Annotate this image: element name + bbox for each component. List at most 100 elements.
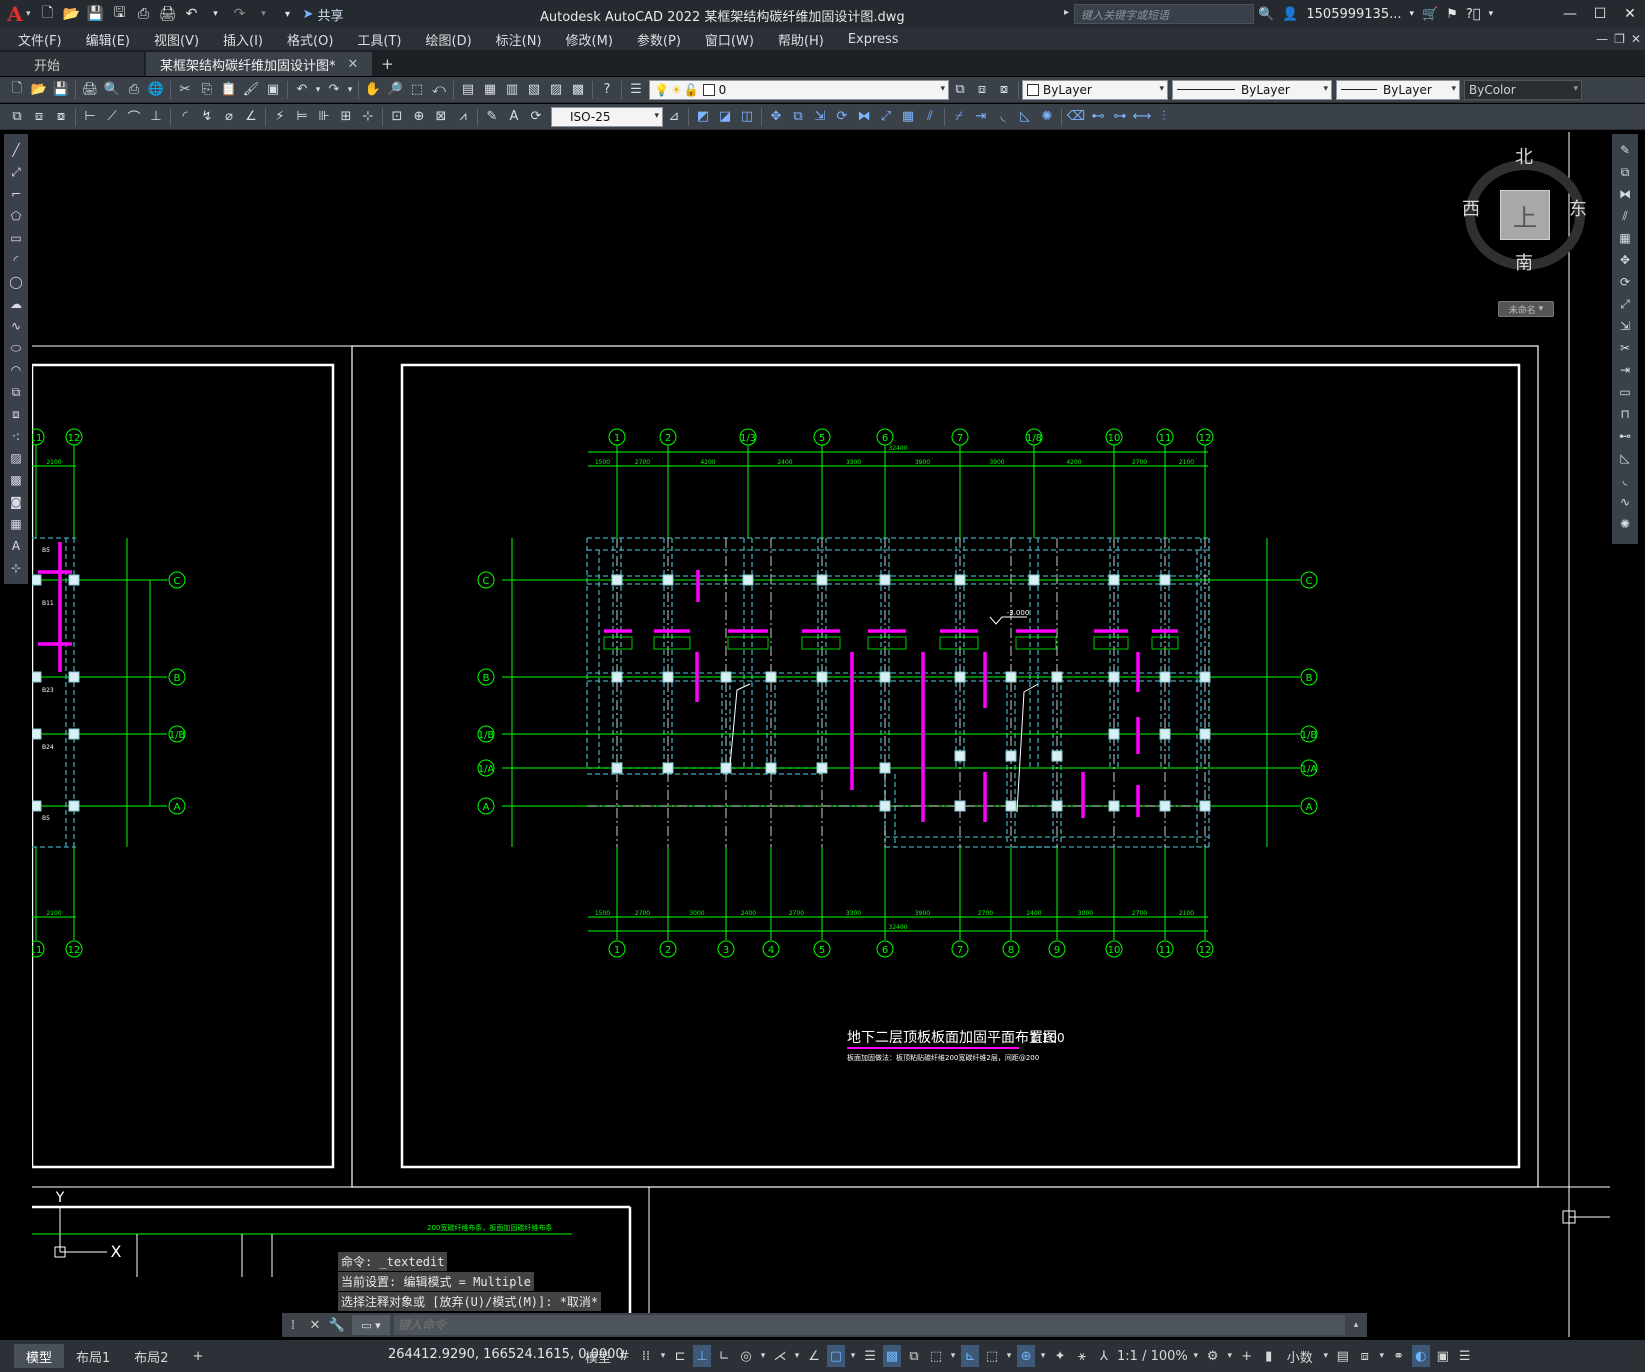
construction-line-icon[interactable]: ⤢ <box>5 162 27 182</box>
lengthen-icon[interactable]: ⟷ <box>1131 106 1153 128</box>
linear-dim-icon[interactable]: ⊢ <box>79 106 101 128</box>
command-close-icon[interactable]: ✕ <box>304 1318 326 1333</box>
model-space-toggle[interactable]: 模型 <box>585 1345 611 1367</box>
tab-drawing[interactable]: 某框架结构碳纤维加固设计图* ✕ <box>146 52 373 76</box>
ellipse-icon[interactable]: ⬭ <box>5 338 27 358</box>
point-icon[interactable]: ·: <box>5 426 27 446</box>
pan-icon[interactable]: ✋ <box>362 79 384 101</box>
polygon-icon[interactable]: ⬠ <box>5 206 27 226</box>
command-input[interactable] <box>394 1315 1345 1335</box>
center-mark-icon[interactable]: ⊕ <box>408 106 430 128</box>
align-icon[interactable]: ⫶ <box>1153 106 1175 128</box>
array-side-icon[interactable]: ▦ <box>1614 228 1636 248</box>
compass-north[interactable]: 北 <box>1515 143 1533 169</box>
extend-side-icon[interactable]: ⇥ <box>1614 360 1636 380</box>
transparency-icon[interactable]: ▩ <box>883 1345 902 1367</box>
plot-icon[interactable]: 🖨 <box>157 3 179 25</box>
drawing-area[interactable]: 1500 2700 4200 2400 3300 3900 3900 4200 2700 2100… <box>32 132 1610 1337</box>
annotation-monitor-icon[interactable]: + <box>1238 1345 1256 1367</box>
explode-side-icon[interactable]: ✺ <box>1614 514 1636 534</box>
plotstyle-dropdown[interactable]: ByColor ▾ <box>1464 79 1582 100</box>
command-customize-icon[interactable]: 🔧 <box>326 1318 348 1333</box>
layer-previous-icon[interactable]: ⧈ <box>971 79 993 101</box>
maximize-icon[interactable]: ☐ <box>1585 0 1615 28</box>
saveas-icon[interactable]: 🖫 <box>109 3 131 25</box>
help-dropdown-icon[interactable]: ▾ <box>1489 9 1494 19</box>
app-menu-chevron-icon[interactable]: ▾ <box>26 9 31 19</box>
dynamic-ucs-icon[interactable]: ⊾ <box>961 1345 980 1367</box>
annotation-scale-icon[interactable]: ⅄ <box>1095 1345 1113 1367</box>
infer-constraints-icon[interactable]: ⊏ <box>671 1345 689 1367</box>
filter-dropdown-icon[interactable]: ▾ <box>1005 1345 1013 1367</box>
search-input[interactable]: 键入关键字或短语 <box>1074 4 1254 24</box>
doc-close-icon[interactable]: ✕ <box>1631 32 1641 46</box>
group-edit-icon[interactable]: ◫ <box>736 106 758 128</box>
make-block-icon[interactable]: ⧈ <box>5 404 27 424</box>
tool-palettes-icon[interactable]: ▥ <box>501 79 523 101</box>
menu-edit[interactable]: 编辑(E) <box>86 30 130 49</box>
scale-side-icon[interactable]: ⤢ <box>1614 294 1636 314</box>
selection-cycling-icon[interactable]: ⧉ <box>905 1345 923 1367</box>
open-file-icon[interactable]: 📂 <box>28 79 50 101</box>
line-icon[interactable]: ╱ <box>5 140 27 160</box>
lineweight-dropdown[interactable]: ByLayer ▾ <box>1336 79 1460 100</box>
command-grip-icon[interactable]: ⁞ <box>282 1318 304 1333</box>
annotation-visibility-icon[interactable]: ✦ <box>1051 1345 1069 1367</box>
region-icon[interactable]: ◙ <box>5 492 27 512</box>
rotate-side-icon[interactable]: ⟳ <box>1614 272 1636 292</box>
fillet-side-icon[interactable]: ◟ <box>1614 470 1636 490</box>
isolate-objects-icon[interactable]: ⚭ <box>1390 1345 1408 1367</box>
add-selected-icon[interactable]: ⊹ <box>5 558 27 578</box>
layer-state-icon[interactable]: ⧇ <box>993 79 1015 101</box>
menu-draw[interactable]: 绘图(D) <box>426 30 472 49</box>
diameter-dim-icon[interactable]: ⌀ <box>218 106 240 128</box>
menu-format[interactable]: 格式(O) <box>287 30 333 49</box>
rotate-icon[interactable]: ⟳ <box>831 106 853 128</box>
scale-icon[interactable]: ⤢ <box>875 106 897 128</box>
user-icon[interactable]: 👤 <box>1282 7 1298 22</box>
redo-tb-icon[interactable]: ↷ <box>323 79 345 101</box>
explode-icon[interactable]: ✺ <box>1036 106 1058 128</box>
mirror-icon[interactable]: ⧓ <box>853 106 875 128</box>
paste-icon[interactable]: 📋 <box>218 79 240 101</box>
dimension-style-icon[interactable]: ⊿ <box>663 106 685 128</box>
share-button[interactable]: ➤ 共享 <box>303 5 344 24</box>
doc-restore-icon[interactable]: ❐ <box>1614 32 1625 46</box>
erase-side-icon[interactable]: ✎ <box>1614 140 1636 160</box>
linetype-dropdown[interactable]: ByLayer ▾ <box>1172 79 1332 100</box>
angular-dim-icon[interactable]: ∠ <box>240 106 262 128</box>
cart-icon[interactable]: 🛒 <box>1422 7 1438 22</box>
lock-dropdown-icon[interactable]: ▾ <box>1378 1345 1386 1367</box>
color-dropdown[interactable]: ByLayer ▾ <box>1022 79 1168 100</box>
drawing-svg[interactable]: 1500 2700 4200 2400 3300 3900 3900 4200 2700 2100… <box>32 132 1610 1337</box>
copy-obj-icon[interactable]: ⧉ <box>787 106 809 128</box>
undo-tb-icon[interactable]: ↶ <box>291 79 313 101</box>
layer-properties-icon[interactable]: ☰ <box>625 79 647 101</box>
layer-tool-1-icon[interactable]: ⧉ <box>6 106 28 128</box>
table-icon[interactable]: ▦ <box>5 514 27 534</box>
zoom-window-icon[interactable]: ⬚ <box>406 79 428 101</box>
polyline-icon[interactable]: ⌐ <box>5 184 27 204</box>
stretch-icon[interactable]: ⇲ <box>809 106 831 128</box>
grid-icon[interactable]: # <box>615 1345 633 1367</box>
layout-tab-model[interactable]: 模型 <box>14 1344 65 1368</box>
trim-side-icon[interactable]: ✂ <box>1614 338 1636 358</box>
isodraft-icon[interactable]: ⋌ <box>771 1345 789 1367</box>
object-tracking-icon[interactable]: ∠ <box>805 1345 823 1367</box>
radius-dim-icon[interactable]: ◜ <box>174 106 196 128</box>
copy-side-icon[interactable]: ⧉ <box>1614 162 1636 182</box>
tab-start[interactable]: 开始 <box>0 52 144 76</box>
undo-icon[interactable]: ↶ <box>181 3 203 25</box>
fillet-icon[interactable]: ◟ <box>992 106 1014 128</box>
revcloud-icon[interactable]: ☁ <box>5 294 27 314</box>
menu-modify[interactable]: 修改(M) <box>566 30 613 49</box>
chamfer-side-icon[interactable]: ◺ <box>1614 448 1636 468</box>
customize-status-icon[interactable]: ☰ <box>1456 1345 1474 1367</box>
move-side-icon[interactable]: ✥ <box>1614 250 1636 270</box>
layer-tool-2-icon[interactable]: ⧈ <box>28 106 50 128</box>
redo-icon[interactable]: ↷ <box>229 3 251 25</box>
ellipse-arc-icon[interactable]: ◠ <box>5 360 27 380</box>
dim-break-icon[interactable]: ⊹ <box>357 106 379 128</box>
ucs-menu-button[interactable]: 未命名 ▾ <box>1498 301 1554 317</box>
array-icon[interactable]: ▦ <box>897 106 919 128</box>
